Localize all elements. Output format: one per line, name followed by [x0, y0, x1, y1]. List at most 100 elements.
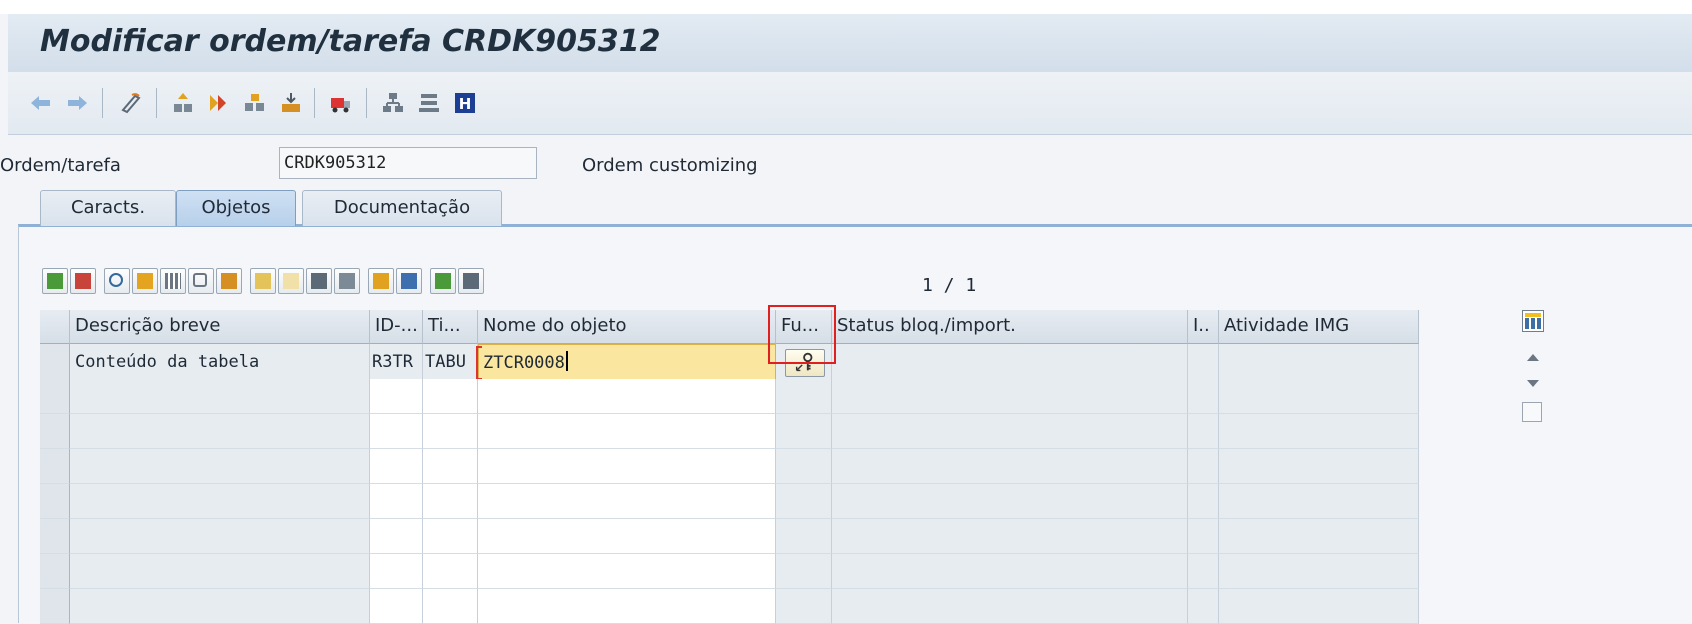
top-strip — [0, 0, 1692, 14]
forward-arrow-icon[interactable] — [62, 88, 92, 118]
empty-table-cell[interactable] — [478, 449, 776, 484]
empty-table-cell — [776, 554, 832, 589]
column-header-tipo[interactable]: Ti... — [423, 310, 478, 344]
empty-table-cell — [1219, 519, 1419, 554]
detail-icon[interactable] — [104, 268, 130, 294]
row-selector[interactable] — [40, 589, 70, 624]
empty-table-cell — [776, 414, 832, 449]
transport-truck-icon[interactable] — [326, 88, 356, 118]
sort-icon[interactable] — [132, 268, 158, 294]
delete-row-icon[interactable] — [70, 268, 96, 294]
column-config-icon[interactable] — [1522, 310, 1544, 332]
hierarchy-up-icon[interactable] — [168, 88, 198, 118]
layout-icon[interactable] — [458, 268, 484, 294]
empty-table-cell[interactable] — [478, 484, 776, 519]
insert-row-icon[interactable] — [42, 268, 68, 294]
find-icon[interactable] — [306, 268, 332, 294]
column-header-status[interactable]: Status bloq./import. — [832, 310, 1188, 344]
double-arrow-icon[interactable] — [204, 88, 234, 118]
empty-table-cell[interactable] — [423, 554, 478, 589]
column-header-nome[interactable]: Nome do objeto — [478, 310, 776, 344]
find-next-icon[interactable] — [334, 268, 360, 294]
empty-table-cell — [1188, 414, 1219, 449]
empty-table-cell[interactable] — [370, 589, 423, 624]
back-arrow-icon[interactable] — [26, 88, 56, 118]
empty-table-cell — [70, 554, 370, 589]
empty-table-cell — [776, 589, 832, 624]
row-selector[interactable] — [40, 379, 70, 414]
empty-table-cell[interactable] — [423, 379, 478, 414]
empty-table-cell — [832, 414, 1188, 449]
tab-caracts[interactable]: Caracts. — [40, 190, 176, 226]
empty-table-cell — [1188, 589, 1219, 624]
sum-icon[interactable] — [368, 268, 394, 294]
row-selector-header[interactable] — [40, 310, 70, 344]
empty-table-cell[interactable] — [370, 414, 423, 449]
empty-table-cell — [1188, 449, 1219, 484]
vertical-scrollbar[interactable] — [1516, 310, 1550, 620]
select-all-icon[interactable] — [160, 268, 186, 294]
column-header-atividade[interactable]: Atividade IMG — [1219, 310, 1419, 344]
row-selector[interactable] — [40, 519, 70, 554]
row-selector[interactable] — [40, 449, 70, 484]
filter-icon[interactable] — [250, 268, 276, 294]
table-cell-atividade — [1219, 344, 1419, 382]
import-icon[interactable] — [276, 88, 306, 118]
empty-table-cell[interactable] — [423, 449, 478, 484]
filter-remove-icon[interactable] — [278, 268, 304, 294]
table-cell-id[interactable]: R3TR — [370, 344, 423, 382]
objects-icon[interactable] — [240, 88, 270, 118]
svg-text:H: H — [459, 95, 472, 113]
display-change-icon[interactable] — [116, 88, 146, 118]
page-counter: 1 / 1 — [922, 275, 977, 296]
empty-table-cell — [832, 589, 1188, 624]
import-small-icon[interactable] — [216, 268, 242, 294]
empty-table-cell — [1188, 484, 1219, 519]
empty-table-cell — [832, 519, 1188, 554]
empty-table-cell — [70, 484, 370, 519]
column-header-descricao[interactable]: Descrição breve — [70, 310, 370, 344]
row-selector[interactable] — [40, 344, 70, 382]
row-selector[interactable] — [40, 484, 70, 519]
empty-table-cell[interactable] — [370, 519, 423, 554]
empty-table-cell[interactable] — [370, 449, 423, 484]
row-selector[interactable] — [40, 554, 70, 589]
empty-table-cell[interactable] — [478, 414, 776, 449]
empty-table-cell — [1219, 379, 1419, 414]
table-cell-status — [832, 344, 1188, 382]
empty-table-cell — [832, 484, 1188, 519]
empty-table-cell — [70, 414, 370, 449]
tab-objetos[interactable]: Objetos — [176, 190, 296, 226]
column-header-id[interactable]: ID-... — [370, 310, 423, 344]
empty-table-cell[interactable] — [423, 519, 478, 554]
empty-table-cell — [832, 554, 1188, 589]
export-icon[interactable] — [430, 268, 456, 294]
title-bar: Modificar ordem/tarefa CRDK905312 — [8, 14, 1692, 73]
object-name-input[interactable]: ZTCR0008 — [478, 344, 776, 382]
empty-table-cell[interactable] — [423, 414, 478, 449]
empty-table-cell — [1219, 554, 1419, 589]
scroll-down-icon[interactable] — [1527, 380, 1539, 387]
print-icon[interactable] — [396, 268, 422, 294]
empty-table-cell[interactable] — [370, 379, 423, 414]
empty-table-cell[interactable] — [423, 589, 478, 624]
list-icon[interactable] — [414, 88, 444, 118]
empty-table-cell[interactable] — [478, 519, 776, 554]
empty-table-cell[interactable] — [423, 484, 478, 519]
empty-table-cell — [70, 379, 370, 414]
lock-icon[interactable] — [188, 268, 214, 294]
empty-table-cell[interactable] — [370, 484, 423, 519]
structure-icon[interactable] — [378, 88, 408, 118]
empty-table-cell[interactable] — [478, 554, 776, 589]
info-icon[interactable]: H — [450, 88, 480, 118]
order-field[interactable]: CRDK905312 — [279, 147, 537, 179]
tab-documentacao[interactable]: Documentação — [302, 190, 502, 226]
table-cell-tipo[interactable]: TABU — [423, 344, 478, 382]
column-header-i[interactable]: I.. — [1188, 310, 1219, 344]
empty-table-cell[interactable] — [478, 589, 776, 624]
empty-table-cell[interactable] — [478, 379, 776, 414]
scroll-up-icon[interactable] — [1527, 354, 1539, 361]
empty-table-cell[interactable] — [370, 554, 423, 589]
row-selector[interactable] — [40, 414, 70, 449]
scroll-thumb[interactable] — [1522, 402, 1542, 422]
